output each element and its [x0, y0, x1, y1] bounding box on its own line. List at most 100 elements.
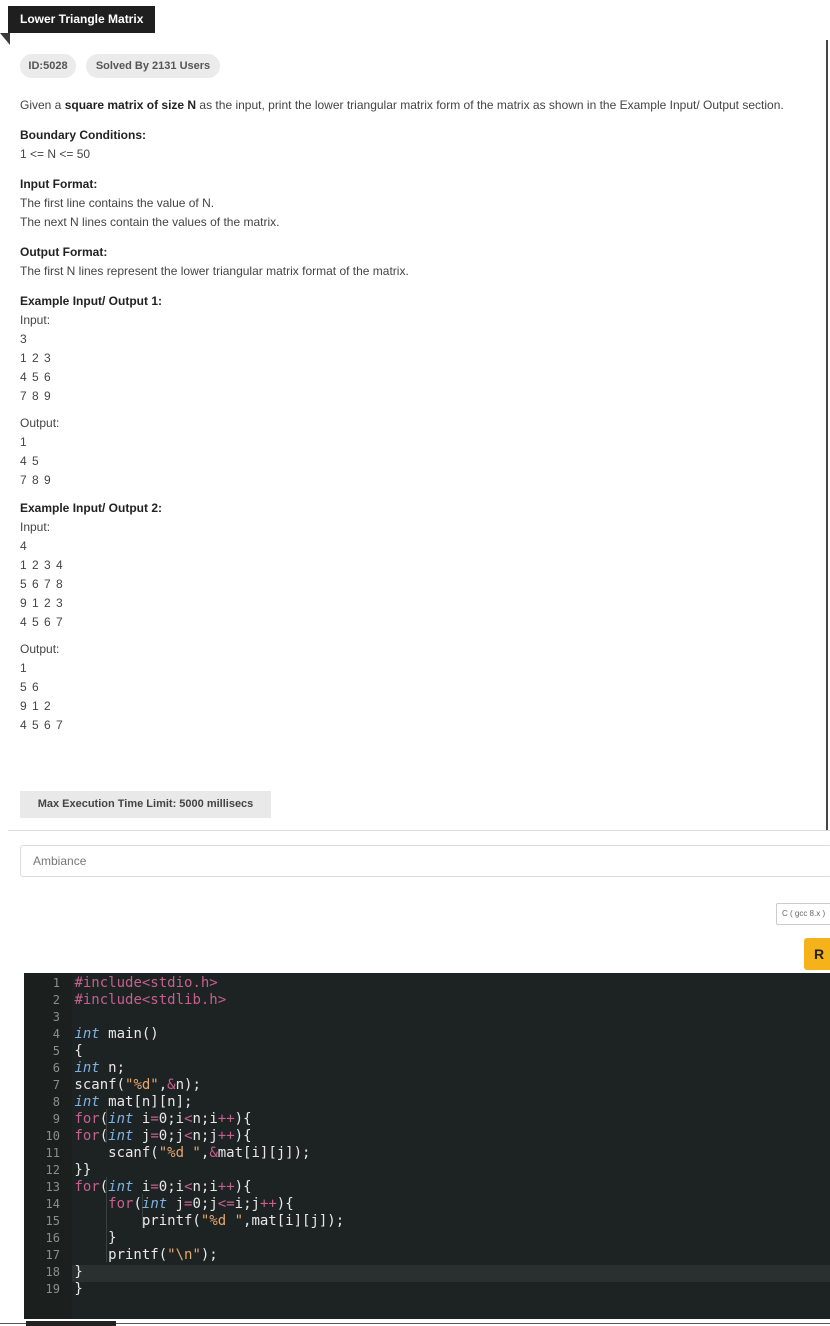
- problem-statement: Given a square matrix of size N as the i…: [20, 96, 826, 735]
- line-number: 13: [45, 1180, 60, 1194]
- line-number: 15: [45, 1214, 60, 1228]
- problem-title: Lower Triangle Matrix: [8, 6, 155, 33]
- example-line: 1 2 3: [20, 351, 52, 365]
- line-number: 10: [45, 1129, 60, 1143]
- code-text[interactable]: int main(): [66, 1026, 158, 1042]
- code-line[interactable]: 11 scanf("%d ",&mat[i][j]);: [24, 1145, 311, 1162]
- code-text[interactable]: #include<stdlib.h>: [66, 992, 226, 1008]
- desc-text-rest: as the input, print the lower triangular…: [196, 98, 784, 112]
- code-line[interactable]: 7 scanf("%d",&n);: [24, 1077, 201, 1094]
- panel-border: [826, 40, 828, 830]
- example2-output-label: Output:: [20, 642, 60, 656]
- run-button[interactable]: R: [804, 938, 830, 970]
- code-line[interactable]: 5 {: [24, 1043, 83, 1060]
- bottom-edge: [0, 1323, 830, 1324]
- line-number: 14: [45, 1197, 60, 1211]
- code-text[interactable]: }}: [66, 1162, 91, 1178]
- code-line[interactable]: 14 for(int j=0;j<=i;j++){: [24, 1196, 294, 1213]
- code-text[interactable]: }: [66, 1264, 82, 1280]
- line-number: 8: [52, 1095, 60, 1109]
- example-line: 4 5 6 7: [20, 718, 64, 732]
- code-text[interactable]: {: [66, 1043, 82, 1059]
- code-text[interactable]: [66, 1009, 74, 1025]
- code-line[interactable]: 13 for(int i=0;i<n;i++){: [24, 1179, 252, 1196]
- code-text[interactable]: int n;: [66, 1060, 125, 1076]
- line-number: 18: [45, 1265, 60, 1279]
- code-line[interactable]: 4 int main(): [24, 1026, 159, 1043]
- code-text[interactable]: printf("%d ",mat[i][j]);: [66, 1213, 344, 1229]
- code-editor[interactable]: 1 #include<stdio.h> 2 #include<stdlib.h> 3…: [24, 973, 830, 1319]
- code-text[interactable]: }: [66, 1230, 116, 1246]
- example-line: 1: [20, 661, 28, 675]
- code-line[interactable]: 19 }: [24, 1281, 83, 1298]
- example-line: 5 6: [20, 680, 40, 694]
- example-line: 4: [20, 539, 28, 553]
- code-text[interactable]: #include<stdio.h>: [66, 975, 217, 991]
- line-number: 17: [45, 1248, 60, 1262]
- line-number: 7: [52, 1078, 60, 1092]
- code-text[interactable]: for(int i=0;i<n;i++){: [66, 1111, 251, 1127]
- input-format-line: The next N lines contain the values of t…: [20, 215, 280, 229]
- example-line: 4 5: [20, 454, 40, 468]
- code-line[interactable]: 15 printf("%d ",mat[i][j]);: [24, 1213, 345, 1230]
- example-line: 4 5 6 7: [20, 615, 64, 629]
- example-line: 9 1 2: [20, 699, 52, 713]
- example-line: 1: [20, 435, 28, 449]
- input-format-line: The first line contains the value of N.: [20, 196, 215, 210]
- code-text[interactable]: for(int j=0;j<=i;j++){: [66, 1196, 294, 1212]
- code-line[interactable]: 3: [24, 1009, 74, 1026]
- code-text[interactable]: scanf("%d ",&mat[i][j]);: [66, 1145, 310, 1161]
- boundary-text: 1 <= N <= 50: [20, 147, 91, 161]
- output-format-heading: Output Format:: [20, 245, 108, 259]
- code-line[interactable]: 12 }}: [24, 1162, 92, 1179]
- problem-description: Given a square matrix of size N as the i…: [20, 96, 826, 115]
- example1-output-label: Output:: [20, 416, 60, 430]
- example-line: 3: [20, 332, 28, 346]
- editor-theme-select[interactable]: Ambiance: [20, 845, 830, 877]
- example2-input-label: Input:: [20, 520, 51, 534]
- desc-text: Given a: [20, 98, 65, 112]
- section-divider: [8, 830, 830, 831]
- scroll-indicator: [26, 1321, 116, 1326]
- boundary-heading: Boundary Conditions:: [20, 128, 146, 142]
- code-line[interactable]: 2 #include<stdlib.h>: [24, 992, 226, 1009]
- line-number: 4: [52, 1027, 60, 1041]
- example-line: 9 1 2 3: [20, 596, 64, 610]
- example2-heading: Example Input/ Output 2:: [20, 501, 163, 515]
- line-number: 19: [45, 1282, 60, 1296]
- code-text[interactable]: scanf("%d",&n);: [66, 1077, 200, 1093]
- code-text[interactable]: for(int i=0;i<n;i++){: [66, 1179, 251, 1195]
- title-tab-fold: [0, 33, 10, 45]
- example-line: 1 2 3 4: [20, 558, 64, 572]
- code-line[interactable]: 9 for(int i=0;i<n;i++){: [24, 1111, 252, 1128]
- code-line[interactable]: 10 for(int j=0;j<n;j++){: [24, 1128, 252, 1145]
- language-select[interactable]: C ( gcc 8.x ): [776, 903, 830, 925]
- code-text[interactable]: for(int j=0;j<n;j++){: [66, 1128, 251, 1144]
- desc-bold-text: square matrix of size N: [64, 98, 197, 112]
- line-number: 12: [45, 1163, 60, 1177]
- example1-heading: Example Input/ Output 1:: [20, 294, 163, 308]
- output-format-line: The first N lines represent the lower tr…: [20, 264, 409, 278]
- solved-count-badge[interactable]: Solved By 2131 Users: [86, 54, 220, 78]
- line-number: 2: [52, 993, 60, 1007]
- code-line[interactable]: 18 }: [24, 1264, 83, 1281]
- line-number: 1: [52, 976, 60, 990]
- code-text[interactable]: int mat[n][n];: [66, 1094, 192, 1110]
- code-line[interactable]: 6 int n;: [24, 1060, 125, 1077]
- code-line[interactable]: 8 int mat[n][n];: [24, 1094, 193, 1111]
- code-text[interactable]: printf("\n");: [66, 1247, 218, 1263]
- code-line[interactable]: 16 }: [24, 1230, 117, 1247]
- line-number: 16: [45, 1231, 60, 1245]
- example-line: 5 6 7 8: [20, 577, 64, 591]
- line-number: 9: [52, 1112, 60, 1126]
- example-line: 7 8 9: [20, 473, 52, 487]
- code-line[interactable]: 17 printf("\n");: [24, 1247, 218, 1264]
- example1-input-label: Input:: [20, 313, 51, 327]
- line-number: 11: [45, 1146, 60, 1160]
- input-format-heading: Input Format:: [20, 177, 98, 191]
- example-line: 4 5 6: [20, 370, 52, 384]
- code-text[interactable]: }: [66, 1281, 82, 1297]
- code-line[interactable]: 1 #include<stdio.h>: [24, 975, 218, 992]
- line-number: 3: [52, 1010, 60, 1024]
- line-number: 6: [52, 1061, 60, 1075]
